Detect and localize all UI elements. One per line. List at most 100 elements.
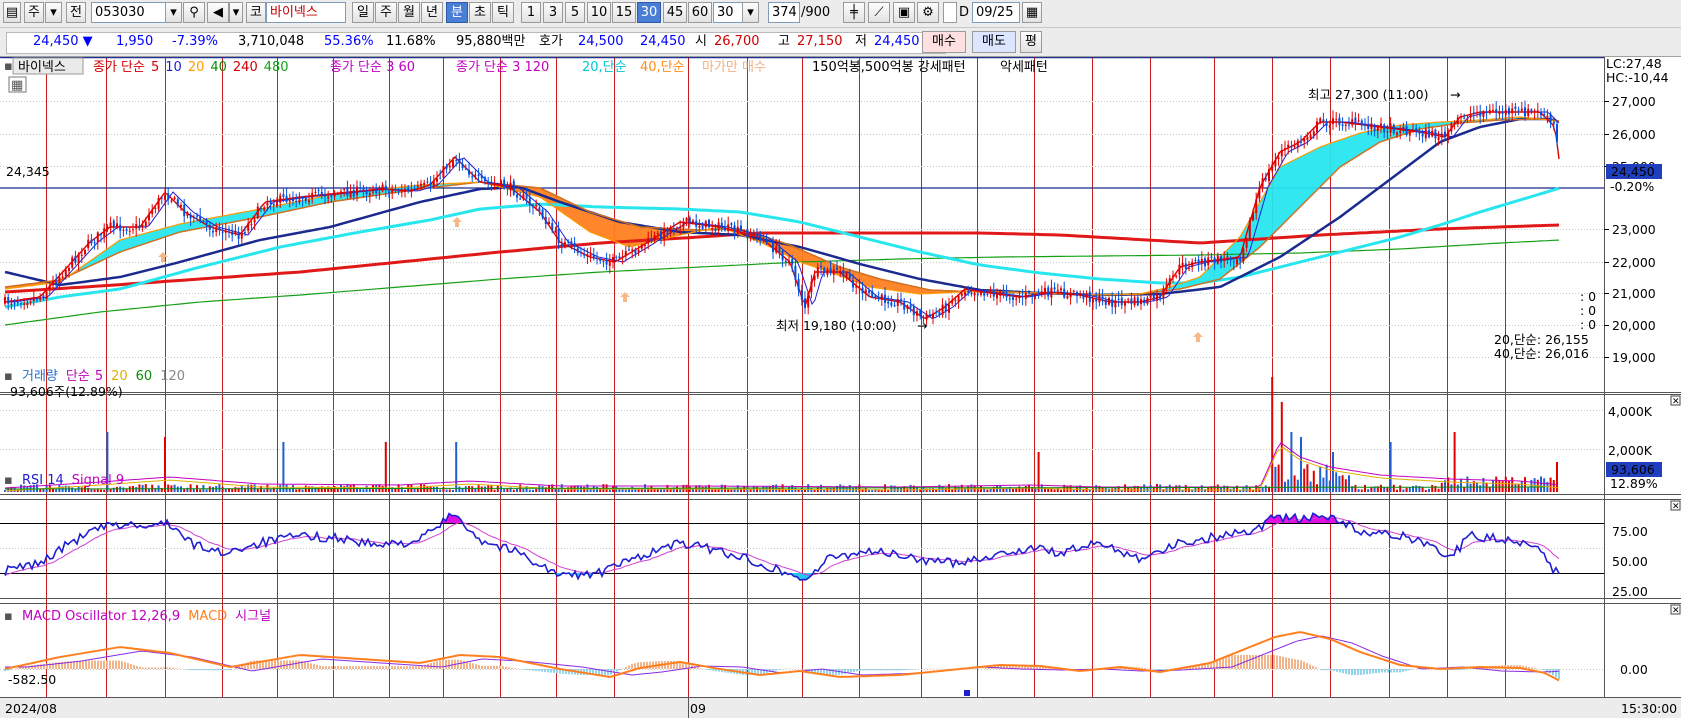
candle-body xyxy=(1191,261,1194,268)
period-second[interactable]: 초 xyxy=(469,2,491,23)
legend-cloud1[interactable]: 종가 단순 3 60 xyxy=(330,60,415,75)
interval-45[interactable]: 45 xyxy=(663,2,687,23)
candle-body xyxy=(512,180,515,195)
candle-body xyxy=(868,290,870,293)
interval-dropdown-button[interactable]: ▾ xyxy=(742,2,759,23)
legend-pattern2[interactable]: 악세패턴 xyxy=(1000,60,1048,75)
macd-legend-square-icon: ▪ xyxy=(4,609,13,624)
macd-histogram-bar xyxy=(1372,669,1374,674)
volume-bar xyxy=(1367,489,1370,492)
stock-name-field[interactable]: 바이넥스 xyxy=(266,2,346,23)
prev-button[interactable]: 전 xyxy=(66,2,86,23)
sound-button[interactable]: ◀ xyxy=(207,2,229,23)
interval-1[interactable]: 1 xyxy=(521,2,541,23)
candle-body xyxy=(1056,289,1059,291)
period-year[interactable]: 년 xyxy=(421,2,443,23)
volume-axis-2000k: 2,000K xyxy=(1608,443,1653,458)
candle-body xyxy=(784,260,787,262)
window-menu-button[interactable]: ▤ xyxy=(3,2,21,23)
macd-histogram-bar xyxy=(127,663,129,669)
candle-body xyxy=(308,200,310,203)
period-month[interactable]: 월 xyxy=(398,2,420,23)
macd-histogram-bar xyxy=(844,669,846,674)
candle-type-button[interactable]: ╪ xyxy=(843,2,865,23)
candle-body xyxy=(759,233,762,241)
candle-body xyxy=(1453,122,1456,124)
macd-histogram-bar xyxy=(1459,669,1461,670)
legend-ma20-cloud[interactable]: 20,단순 xyxy=(582,60,627,75)
interval-3[interactable]: 3 xyxy=(543,2,563,23)
period-minute[interactable]: 분 xyxy=(446,2,468,23)
legend-ma10: 10 xyxy=(165,60,182,75)
stock-code-input[interactable]: 053030 xyxy=(91,2,167,23)
volume-bar xyxy=(1056,487,1059,492)
candle-body xyxy=(199,215,202,222)
scroll-marker[interactable] xyxy=(964,690,970,696)
candle-body xyxy=(960,293,963,296)
candle-body xyxy=(525,193,528,199)
volume-bar xyxy=(362,489,365,492)
legend-ma40-cloud[interactable]: 40,단순 xyxy=(640,60,685,75)
main-button[interactable]: 주 xyxy=(24,2,44,23)
candle-body xyxy=(996,293,998,299)
legend-pattern[interactable]: 150억봉,500억봉 강세패턴 xyxy=(812,60,966,75)
period-day[interactable]: 일 xyxy=(352,2,374,23)
volume-bar xyxy=(368,488,371,492)
macd-histogram-bar xyxy=(1303,661,1305,669)
candle-body xyxy=(1386,131,1389,133)
candle-body xyxy=(1066,296,1069,299)
macd-histogram-bar xyxy=(910,669,912,670)
interval-60[interactable]: 60 xyxy=(688,2,712,23)
draw-tool-button[interactable]: ⟋ xyxy=(868,2,890,23)
period-week[interactable]: 주 xyxy=(375,2,397,23)
candle-body xyxy=(1546,115,1549,118)
period-tick[interactable]: 틱 xyxy=(492,2,514,23)
main-dropdown-button[interactable]: ▾ xyxy=(45,2,62,23)
code-dropdown-button[interactable]: ▾ xyxy=(165,2,182,23)
candle-body xyxy=(618,256,621,259)
candle-body xyxy=(1293,145,1296,147)
settings-button[interactable]: ⚙ xyxy=(917,2,939,23)
volume-bar xyxy=(1328,480,1331,492)
candle-body xyxy=(1440,133,1443,138)
candle-body xyxy=(448,165,451,168)
interval-10[interactable]: 10 xyxy=(587,2,611,23)
legend-cloud2[interactable]: 종가 단순 3 120 xyxy=(456,60,549,75)
candle-body xyxy=(4,297,6,304)
date-input[interactable]: 09/25 xyxy=(972,2,1020,23)
sound-dropdown-button[interactable]: ▾ xyxy=(229,2,243,23)
sell-button[interactable]: 매도 xyxy=(972,31,1016,53)
volume-ma120: 120 xyxy=(160,369,185,384)
market-button[interactable]: 코 xyxy=(246,2,266,23)
count-input[interactable]: 374 xyxy=(768,2,800,23)
interval-15[interactable]: 15 xyxy=(612,2,636,23)
candle-body xyxy=(96,232,99,243)
buy-button[interactable]: 매수 xyxy=(922,31,966,53)
volume-bar xyxy=(1037,452,1040,492)
volume-bar xyxy=(989,488,992,492)
candle-body xyxy=(1210,256,1213,258)
search-button[interactable]: ⚲ xyxy=(183,2,205,23)
d-checkbox[interactable] xyxy=(943,2,957,23)
chart-area[interactable]: ▪ 바이넥스 종가 단순 5 10 20 40 240 480 종가 단순 3 60 종가 … xyxy=(0,57,1681,718)
candle-body xyxy=(1252,211,1254,221)
volume-bar xyxy=(404,489,406,492)
macd-histogram-bar xyxy=(277,660,279,669)
calendar-button[interactable]: ▦ xyxy=(1022,2,1042,23)
interval-30[interactable]: 30 xyxy=(637,2,661,23)
legend-signal[interactable]: 마가만 매수 xyxy=(702,60,766,75)
macd-histogram-bar xyxy=(160,667,162,669)
rsi-legend[interactable]: RSI 14 Signal 9 xyxy=(22,473,124,488)
candle-body xyxy=(343,188,346,190)
candle-body xyxy=(861,287,864,294)
candle-body xyxy=(535,205,538,207)
candle-body xyxy=(1028,292,1030,294)
legend-stock-name[interactable]: 바이넥스 xyxy=(18,60,66,75)
interval-select[interactable]: 30 xyxy=(713,2,743,23)
candle-body xyxy=(951,299,954,304)
interval-5[interactable]: 5 xyxy=(565,2,585,23)
candle-body xyxy=(1351,119,1354,125)
eval-button[interactable]: 평 xyxy=(1020,31,1042,53)
save-button[interactable]: ▣ xyxy=(893,2,915,23)
macd-histogram-bar xyxy=(97,660,99,669)
